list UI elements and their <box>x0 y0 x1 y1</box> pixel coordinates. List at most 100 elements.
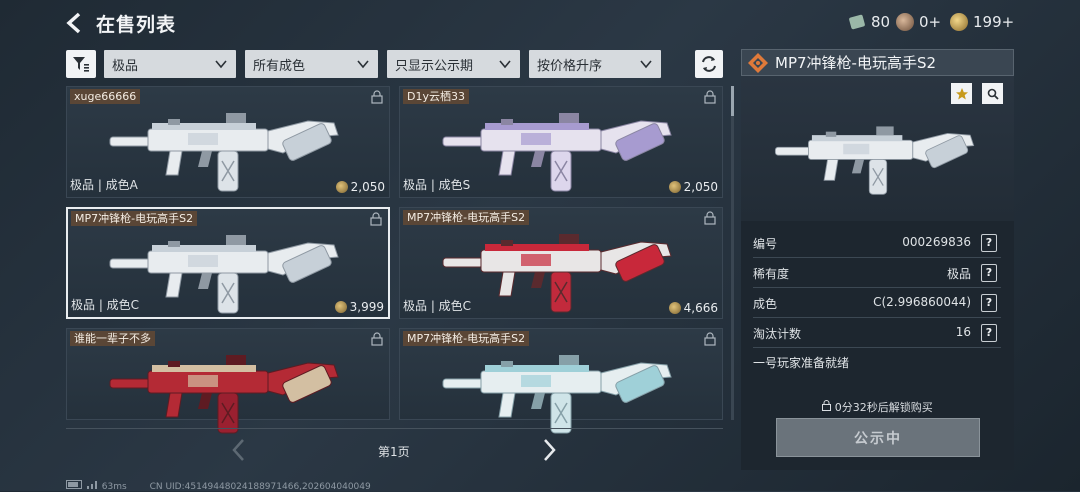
listing-card[interactable]: MP7冲锋枪-电玩高手S2 极品 | 成色C 4,666 <box>399 207 723 319</box>
chevron-down-icon <box>215 60 227 69</box>
listing-card[interactable]: xuge66666 极品 | 成色A 2,050 <box>66 86 390 198</box>
status-footer: 63ms CN UID:45149448024188971466,2026040… <box>66 480 371 492</box>
weapon-image <box>109 235 339 314</box>
divider <box>753 317 1001 318</box>
weapon-image <box>109 355 339 434</box>
weapon-image <box>442 113 672 192</box>
listing-scroll-thumb[interactable] <box>731 86 734 116</box>
star-icon <box>955 87 968 99</box>
gold-coin-icon <box>335 181 348 193</box>
lock-icon <box>704 90 716 104</box>
detail-title: MP7冲锋枪-电玩高手S2 <box>775 54 937 72</box>
listing-price: 2,050 <box>668 180 718 194</box>
inspect-button[interactable] <box>982 83 1003 104</box>
listing-card[interactable]: D1y云栖33 极品 | 成色S 2,050 <box>399 86 723 198</box>
favorite-button[interactable] <box>951 83 972 104</box>
chevron-left-icon <box>232 439 244 461</box>
announce-status-button[interactable]: 公示中 <box>776 418 980 457</box>
search-icon <box>987 88 999 100</box>
skull-coin-icon <box>896 13 914 31</box>
period-dropdown[interactable]: 只显示公示期 <box>387 50 520 78</box>
lock-icon <box>704 332 716 346</box>
weapon-image <box>442 355 672 434</box>
next-page-button[interactable] <box>539 437 559 463</box>
gold-coin-icon <box>334 301 347 313</box>
detail-value: 000269836 <box>902 235 971 249</box>
help-icon[interactable]: ? <box>981 264 997 282</box>
detail-value: 极品 <box>946 267 971 281</box>
detail-row-id: 编号 000269836 ? <box>753 232 1001 254</box>
gold-coin-icon <box>668 181 681 193</box>
divider <box>753 347 1001 348</box>
detail-row-kills: 淘汰计数 16 ? <box>753 322 1001 344</box>
rarity-wear-label: 极品 | 成色A <box>70 178 138 192</box>
help-icon[interactable]: ? <box>981 234 997 252</box>
sort-dropdown[interactable]: 按价格升序 <box>529 50 661 78</box>
wear-dropdown-value: 所有成色 <box>253 58 306 74</box>
ticket-icon <box>849 14 865 30</box>
rarity-wear-label: 极品 | 成色C <box>71 298 140 312</box>
wear-dropdown[interactable]: 所有成色 <box>245 50 378 78</box>
detail-value: 16 <box>955 325 971 339</box>
chevron-down-icon <box>357 60 369 69</box>
page-indicator: 第1页 <box>378 445 410 459</box>
chevron-right-icon <box>544 439 556 461</box>
currency-tickets-value: 80 <box>871 13 891 31</box>
unlock-countdown-text: 0分32秒后解锁购买 <box>834 401 933 414</box>
listing-scrollbar[interactable] <box>731 86 734 420</box>
listing-card[interactable]: MP7冲锋枪-电玩高手S2 极品 | 成色C 3,999 <box>66 207 390 319</box>
detail-weapon-image <box>774 126 975 195</box>
weapon-image <box>109 113 339 192</box>
sort-dropdown-value: 按价格升序 <box>537 58 603 74</box>
rarity-dropdown[interactable]: 极品 <box>104 50 236 78</box>
lock-icon <box>371 90 383 104</box>
prev-page-button[interactable] <box>229 437 249 463</box>
currency-skull: 0+ <box>896 12 941 32</box>
rarity-wear-label: 极品 | 成色C <box>403 299 472 313</box>
pager-divider <box>66 428 723 429</box>
currency-tickets: 80 <box>848 12 890 32</box>
filter-icon <box>73 57 89 72</box>
listing-card[interactable]: 谁能一辈子不多 <box>66 328 390 434</box>
weapon-image <box>442 234 672 313</box>
back-button[interactable] <box>64 11 88 35</box>
lock-icon <box>370 212 382 226</box>
listing-price: 2,050 <box>335 180 385 194</box>
back-arrow-icon <box>66 12 81 34</box>
divider <box>753 287 1001 288</box>
filter-button[interactable] <box>66 50 96 78</box>
lock-icon <box>822 400 832 411</box>
chevron-down-icon <box>640 60 652 69</box>
help-icon[interactable]: ? <box>981 324 997 342</box>
currency-gold: 199+ <box>950 12 1014 32</box>
detail-row-wear: 成色 C(2.996860044) ? <box>753 292 1001 314</box>
detail-image <box>741 76 1014 221</box>
currency-skull-value: 0+ <box>919 13 942 31</box>
refresh-button[interactable] <box>695 50 723 78</box>
listing-price: 4,666 <box>668 301 718 315</box>
gold-coin-icon <box>950 13 968 31</box>
detail-label: 成色 <box>753 297 778 311</box>
listing-card[interactable]: MP7冲锋枪-电玩高手S2 <box>399 328 723 434</box>
period-dropdown-value: 只显示公示期 <box>395 58 474 74</box>
divider <box>753 257 1001 258</box>
rarity-dropdown-value: 极品 <box>112 58 139 74</box>
detail-header: MP7冲锋枪-电玩高手S2 <box>741 49 1014 76</box>
detail-row-rarity: 稀有度 极品 ? <box>753 262 1001 284</box>
detail-value: C(2.996860044) <box>873 295 971 309</box>
page-title: 在售列表 <box>96 14 177 36</box>
unlock-countdown: 0分32秒后解锁购买 <box>741 399 1014 415</box>
signal-icon <box>86 481 97 489</box>
currency-gold-value: 199+ <box>973 13 1015 31</box>
lock-icon <box>704 211 716 225</box>
detail-description: 一号玩家准备就绪 <box>753 356 850 370</box>
battery-icon <box>66 480 82 489</box>
listing-price: 3,999 <box>334 300 384 314</box>
refresh-icon <box>702 56 716 72</box>
gold-coin-icon <box>668 302 681 314</box>
help-icon[interactable]: ? <box>981 294 997 312</box>
item-category-icon <box>748 52 768 73</box>
lock-icon <box>371 332 383 346</box>
detail-label: 淘汰计数 <box>753 327 802 341</box>
chevron-down-icon <box>499 60 511 69</box>
